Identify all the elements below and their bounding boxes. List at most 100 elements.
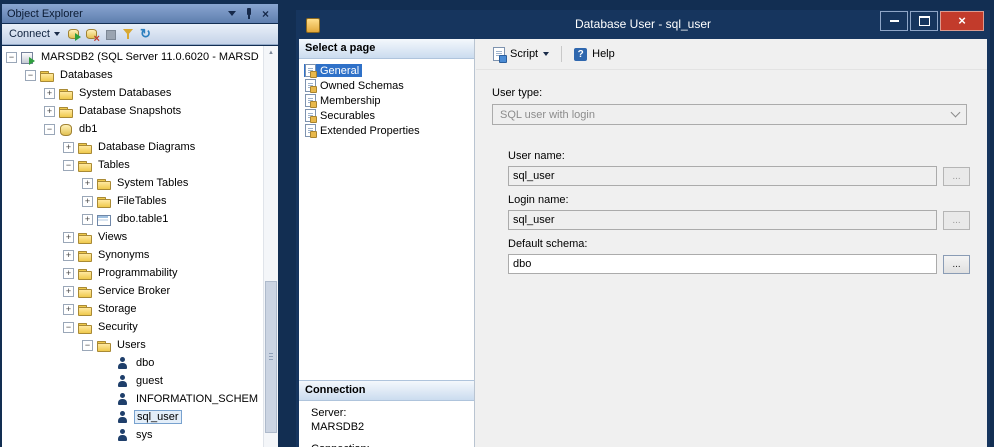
folder-icon xyxy=(39,68,54,83)
tree-item[interactable]: guest xyxy=(2,372,264,390)
expand-icon[interactable]: + xyxy=(63,304,74,315)
tree-item[interactable]: +System Databases xyxy=(2,84,264,102)
tree-item[interactable]: −MARSDB2 (SQL Server 11.0.6020 - MARSD xyxy=(2,48,264,66)
page-item-general[interactable]: General xyxy=(299,63,474,78)
collapse-icon[interactable]: − xyxy=(6,52,17,63)
folder-icon xyxy=(96,176,111,191)
collapse-icon[interactable]: − xyxy=(44,124,55,135)
tree-indent xyxy=(2,417,101,418)
tree-item[interactable]: −Tables xyxy=(2,156,264,174)
connect-button[interactable]: Connect xyxy=(6,27,65,41)
connection-panel: Connection Server: MARSDB2 Connection: xyxy=(299,380,474,447)
filter-icon[interactable] xyxy=(120,26,136,42)
page-icon xyxy=(305,79,316,92)
help-button[interactable]: Help xyxy=(567,44,622,65)
select-page-list: GeneralOwned SchemasMembershipSecurables… xyxy=(299,59,474,138)
tree-item[interactable]: dbo xyxy=(2,354,264,372)
tree-indent xyxy=(2,165,63,166)
minimize-icon xyxy=(890,20,899,22)
tree-indent xyxy=(2,219,82,220)
dialog-body: Select a page GeneralOwned SchemasMember… xyxy=(299,39,987,447)
default-schema-browse-button[interactable]: ... xyxy=(943,255,970,274)
pin-icon[interactable] xyxy=(241,6,256,21)
scroll-up-icon[interactable]: ▲ xyxy=(264,46,278,60)
default-schema-field[interactable] xyxy=(508,254,937,274)
tree-item[interactable]: +System Tables xyxy=(2,174,264,192)
expand-icon[interactable]: + xyxy=(82,178,93,189)
expander-spacer xyxy=(101,430,112,441)
close-icon[interactable]: × xyxy=(258,6,273,21)
stop-icon[interactable] xyxy=(102,26,118,42)
tree-item[interactable]: −db1 xyxy=(2,120,264,138)
toolbar-separator xyxy=(561,46,562,62)
tree-item[interactable]: +Storage xyxy=(2,300,264,318)
tree-item[interactable]: +FileTables xyxy=(2,192,264,210)
expand-icon[interactable]: + xyxy=(82,214,93,225)
tree-indent xyxy=(2,147,63,148)
chevron-down-icon xyxy=(54,32,60,36)
folder-icon xyxy=(77,302,92,317)
collapse-icon[interactable]: − xyxy=(63,322,74,333)
folder-icon xyxy=(96,194,111,209)
tree-item[interactable]: −Users xyxy=(2,336,264,354)
collapse-icon[interactable]: − xyxy=(25,70,36,81)
database-icon xyxy=(58,122,73,137)
expand-icon[interactable]: + xyxy=(63,250,74,261)
refresh-icon[interactable] xyxy=(138,26,154,42)
minimize-button[interactable] xyxy=(880,11,908,31)
folder-icon xyxy=(96,338,111,353)
tree-item[interactable]: +Database Diagrams xyxy=(2,138,264,156)
tree-indent xyxy=(2,237,63,238)
collapse-icon[interactable]: − xyxy=(63,160,74,171)
scrollbar-thumb[interactable] xyxy=(265,281,277,433)
expand-icon[interactable]: + xyxy=(44,106,55,117)
collapse-icon[interactable]: − xyxy=(82,340,93,351)
page-item-owned-schemas[interactable]: Owned Schemas xyxy=(299,78,474,93)
connect-database-icon[interactable] xyxy=(66,26,82,42)
object-explorer-toolbar: Connect xyxy=(2,24,278,45)
page-item-inner: Extended Properties xyxy=(304,124,423,137)
expand-icon[interactable]: + xyxy=(63,142,74,153)
tree-item[interactable]: sql_user xyxy=(2,408,264,426)
maximize-button[interactable] xyxy=(910,11,938,31)
folder-icon xyxy=(77,284,92,299)
expand-icon[interactable]: + xyxy=(44,88,55,99)
combo-chevron-icon xyxy=(951,108,961,118)
tree-indent xyxy=(2,183,82,184)
tree-item[interactable]: +Database Snapshots xyxy=(2,102,264,120)
script-button[interactable]: Script xyxy=(486,43,556,65)
page-item-inner: Owned Schemas xyxy=(304,79,407,92)
tree-item[interactable]: INFORMATION_SCHEM xyxy=(2,390,264,408)
window-menu-icon[interactable] xyxy=(224,6,239,21)
tree-scrollbar[interactable]: ▲ xyxy=(263,46,278,447)
tree-item[interactable]: +Service Broker xyxy=(2,282,264,300)
window-controls: × xyxy=(880,11,984,31)
tree-item[interactable]: +Programmability xyxy=(2,264,264,282)
disconnect-icon[interactable] xyxy=(84,26,100,42)
tree-item[interactable]: +dbo.table1 xyxy=(2,210,264,228)
tree-item-label: sys xyxy=(134,429,155,441)
expand-icon[interactable]: + xyxy=(82,196,93,207)
folder-icon xyxy=(77,266,92,281)
page-item-securables[interactable]: Securables xyxy=(299,108,474,123)
connection-header: Connection xyxy=(299,380,474,401)
tree-item[interactable]: +Views xyxy=(2,228,264,246)
expander-spacer xyxy=(101,394,112,405)
dialog-titlebar[interactable]: Database User - sql_user × xyxy=(296,10,990,39)
close-button[interactable]: × xyxy=(940,11,984,31)
tree-item[interactable]: −Databases xyxy=(2,66,264,84)
tree-item[interactable]: +Synonyms xyxy=(2,246,264,264)
expand-icon[interactable]: + xyxy=(63,268,74,279)
tree-item[interactable]: −Security xyxy=(2,318,264,336)
help-button-label: Help xyxy=(592,48,615,60)
folder-icon xyxy=(77,230,92,245)
expander-spacer xyxy=(101,412,112,423)
page-item-membership[interactable]: Membership xyxy=(299,93,474,108)
expand-icon[interactable]: + xyxy=(63,286,74,297)
page-item-extended-properties[interactable]: Extended Properties xyxy=(299,123,474,138)
expand-icon[interactable]: + xyxy=(63,232,74,243)
tree-indent xyxy=(2,309,63,310)
tree-item[interactable]: sys xyxy=(2,426,264,444)
default-schema-label: Default schema: xyxy=(508,238,587,250)
script-dropdown-icon[interactable] xyxy=(543,52,549,56)
